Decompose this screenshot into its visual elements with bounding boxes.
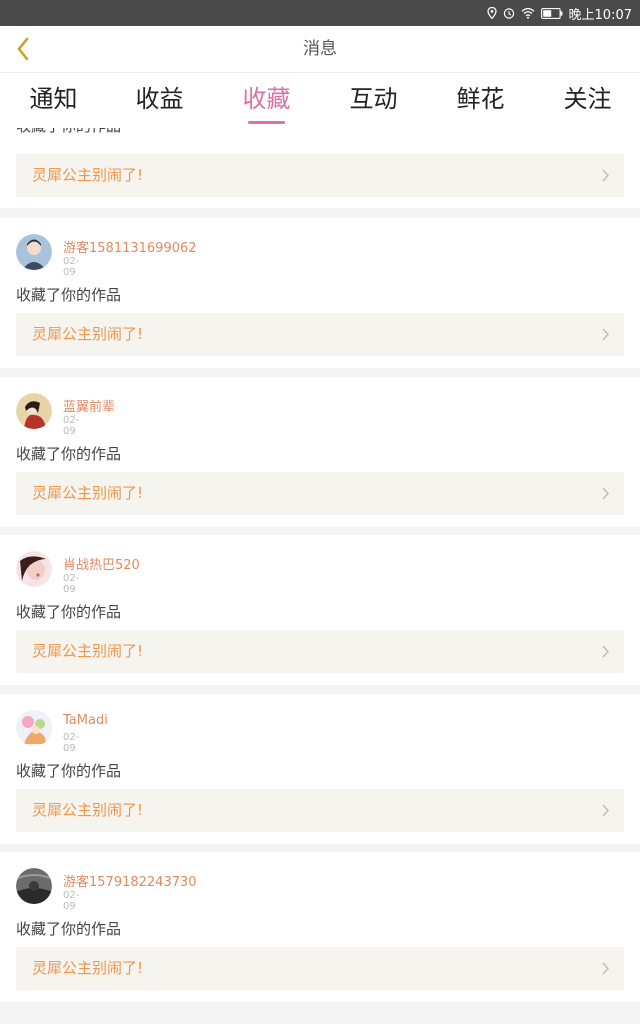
message-feed[interactable]: 收藏了你的作品 灵犀公主别闹了! 游客1581131699062 02-09 收…	[0, 128, 640, 1024]
message-card: 游客1579182243730 02-09 收藏了你的作品 灵犀公主别闹了!	[0, 852, 640, 1002]
avatar[interactable]	[16, 551, 52, 587]
location-icon	[486, 7, 497, 19]
timestamp: 02-09	[63, 256, 80, 278]
action-text: 收藏了你的作品	[16, 445, 122, 463]
chevron-right-icon	[602, 487, 609, 500]
work-link[interactable]: 灵犀公主别闹了!	[16, 947, 624, 990]
tab-flowers[interactable]: 鲜花	[427, 73, 534, 128]
chevron-right-icon	[602, 645, 609, 658]
timestamp: 02-09	[63, 415, 80, 437]
work-link[interactable]: 灵犀公主别闹了!	[16, 789, 624, 832]
action-text: 收藏了你的作品	[16, 128, 121, 136]
message-card: 肖战热巴520 02-09 收藏了你的作品 灵犀公主别闹了!	[0, 535, 640, 685]
work-title: 灵犀公主别闹了!	[32, 642, 144, 660]
message-card: 收藏了你的作品 灵犀公主别闹了!	[0, 128, 640, 208]
status-time: 晚上10:07	[568, 7, 632, 23]
username[interactable]: TaMadi	[63, 713, 108, 728]
username[interactable]: 游客1581131699062	[63, 237, 197, 256]
tab-notice[interactable]: 通知	[0, 73, 107, 128]
work-title: 灵犀公主别闹了!	[32, 484, 144, 502]
chevron-right-icon	[602, 169, 609, 182]
action-text: 收藏了你的作品	[16, 286, 122, 304]
work-link[interactable]: 灵犀公主别闹了!	[16, 472, 624, 515]
avatar[interactable]	[16, 710, 52, 746]
chevron-right-icon	[602, 804, 609, 817]
message-card: 蓝翼前辈 02-09 收藏了你的作品 灵犀公主别闹了!	[0, 377, 640, 527]
action-text: 收藏了你的作品	[16, 603, 122, 621]
username[interactable]: 游客1579182243730	[63, 871, 197, 890]
message-card: 游客1581131699062 02-09 收藏了你的作品 灵犀公主别闹了!	[0, 218, 640, 368]
wifi-icon	[521, 7, 534, 19]
active-tab-indicator	[248, 121, 285, 124]
status-bar: 晚上10:07	[0, 0, 640, 26]
alarm-icon	[503, 8, 514, 19]
avatar[interactable]	[16, 393, 52, 429]
action-text: 收藏了你的作品	[16, 762, 122, 780]
page-title: 消息	[303, 39, 337, 59]
avatar[interactable]	[16, 868, 52, 904]
avatar[interactable]	[16, 234, 52, 270]
header-bar: 消息	[0, 26, 640, 73]
work-link[interactable]: 灵犀公主别闹了!	[16, 154, 624, 197]
tab-follow[interactable]: 关注	[534, 73, 640, 128]
battery-icon	[540, 7, 562, 19]
tab-interaction[interactable]: 互动	[320, 73, 427, 128]
timestamp: 02-09	[63, 890, 80, 912]
tab-bar: 通知 收益 收藏 互动 鲜花 关注	[0, 73, 640, 128]
username[interactable]: 肖战热巴520	[63, 554, 140, 573]
status-icons: 晚上10:07	[486, 0, 632, 26]
tab-favorites[interactable]: 收藏	[213, 73, 320, 128]
message-card: TaMadi 02-09 收藏了你的作品 灵犀公主别闹了!	[0, 694, 640, 844]
action-text: 收藏了你的作品	[16, 920, 122, 938]
work-title: 灵犀公主别闹了!	[32, 801, 144, 819]
timestamp: 02-09	[63, 573, 80, 595]
tab-earnings[interactable]: 收益	[106, 73, 213, 128]
work-title: 灵犀公主别闹了!	[32, 325, 144, 343]
work-link[interactable]: 灵犀公主别闹了!	[16, 313, 624, 356]
chevron-right-icon	[602, 328, 609, 341]
work-title: 灵犀公主别闹了!	[32, 959, 144, 977]
chevron-right-icon	[602, 962, 609, 975]
work-title: 灵犀公主别闹了!	[32, 166, 144, 184]
timestamp: 02-09	[63, 732, 80, 754]
work-link[interactable]: 灵犀公主别闹了!	[16, 630, 624, 673]
username[interactable]: 蓝翼前辈	[63, 396, 115, 415]
